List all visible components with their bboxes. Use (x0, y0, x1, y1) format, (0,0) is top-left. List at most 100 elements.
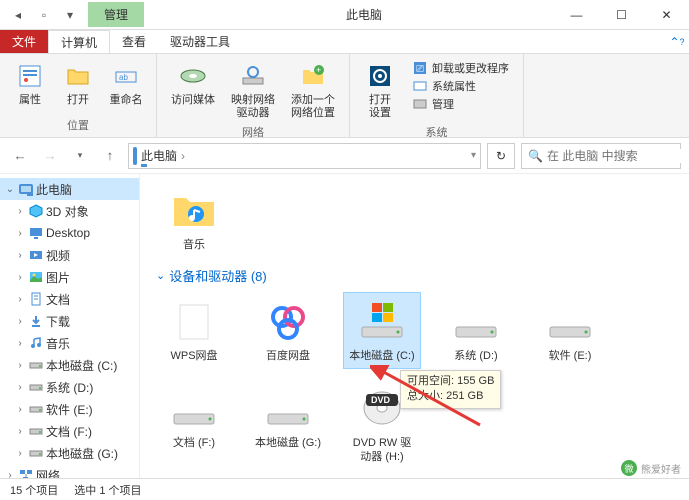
tree-this-pc[interactable]: ⌄ 此电脑 (0, 178, 139, 200)
drive-item[interactable]: 百度网盘 (250, 293, 326, 367)
rename-button[interactable]: ab 重命名 (104, 58, 148, 115)
tree-item[interactable]: ›图片 (0, 266, 139, 288)
address-dropdown-icon[interactable]: ▾ (471, 150, 476, 161)
tree-item[interactable]: ›文档 (F:) (0, 420, 139, 442)
chevron-right-icon[interactable]: › (14, 426, 26, 437)
chevron-down-icon[interactable]: ⌄ (4, 184, 16, 195)
nav-recent-button[interactable]: ▾ (68, 144, 92, 168)
contextual-tab-manage[interactable]: 管理 (88, 2, 144, 27)
nav-forward-button[interactable]: → (38, 144, 62, 168)
section-devices[interactable]: ⌄ 设备和驱动器 (8) (156, 266, 673, 285)
drive-item[interactable]: 文档 (F:) (156, 380, 232, 469)
chevron-right-icon[interactable]: › (14, 360, 26, 371)
media-icon (177, 60, 209, 92)
download-icon (28, 313, 44, 329)
picture-icon (28, 269, 44, 285)
tree-item[interactable]: ›音乐 (0, 332, 139, 354)
tab-file[interactable]: 文件 (0, 30, 48, 53)
properties-button[interactable]: 属性 (8, 58, 52, 115)
uninstall-button[interactable]: ⎚ 卸载或更改程序 (412, 60, 509, 76)
quick-access-toolbar: ◂ ▫ ▾ (0, 5, 88, 25)
open-button[interactable]: 打开 (56, 58, 100, 115)
breadcrumb-root[interactable]: 此电脑 (141, 147, 177, 164)
close-button[interactable]: ✕ (644, 0, 689, 30)
qat-doc-icon[interactable]: ▫ (34, 5, 54, 25)
drive-item[interactable]: 本地磁盘 (G:) (250, 380, 326, 469)
ribbon-tabs: 文件 计算机 查看 驱动器工具 ⌃? (0, 30, 689, 54)
chevron-right-icon[interactable]: › (181, 149, 185, 163)
searchbox[interactable]: 🔍 (521, 143, 681, 169)
tree-network[interactable]: › 网络 (0, 464, 139, 478)
chevron-right-icon[interactable]: › (14, 448, 26, 459)
drive-icon (354, 297, 410, 345)
tree-item[interactable]: ›软件 (E:) (0, 398, 139, 420)
add-location-icon: + (297, 60, 329, 92)
manage-icon (412, 96, 428, 112)
maximize-button[interactable]: ☐ (599, 0, 644, 30)
folder-music[interactable]: 音乐 (156, 182, 232, 256)
drive-icon (28, 445, 44, 461)
main-content: 音乐 ⌄ 设备和驱动器 (8) WPS网盘百度网盘本地磁盘 (C:)系统 (D:… (140, 174, 689, 478)
video-icon (28, 247, 44, 263)
chevron-right-icon[interactable]: › (14, 228, 26, 239)
tree-item[interactable]: ›本地磁盘 (G:) (0, 442, 139, 464)
chevron-right-icon[interactable]: › (14, 316, 26, 327)
window-title: 此电脑 (144, 6, 554, 23)
music-icon (28, 335, 44, 351)
tree-item[interactable]: ›Desktop (0, 222, 139, 244)
addressbar-row: ← → ▾ ↑ 此电脑 › ▾ ↻ 🔍 (0, 138, 689, 174)
qat-back-icon[interactable]: ◂ (8, 5, 28, 25)
nav-up-button[interactable]: ↑ (98, 144, 122, 168)
drive-item[interactable]: 系统 (D:) (438, 293, 514, 367)
chevron-right-icon[interactable]: › (14, 338, 26, 349)
drive-item[interactable]: 软件 (E:) (532, 293, 608, 367)
access-media-button[interactable]: 访问媒体 (165, 58, 221, 122)
tree-item[interactable]: ›下载 (0, 310, 139, 332)
map-drive-button[interactable]: 映射网络 驱动器 (225, 58, 281, 122)
qat-dropdown-icon[interactable]: ▾ (60, 5, 80, 25)
chevron-right-icon[interactable]: › (14, 404, 26, 415)
nav-back-button[interactable]: ← (8, 144, 32, 168)
manage-button[interactable]: 管理 (412, 96, 509, 112)
pc-icon (18, 181, 34, 197)
open-settings-button[interactable]: 打开 设置 (358, 58, 402, 122)
chevron-right-icon[interactable]: › (14, 382, 26, 393)
drive-item[interactable]: WPS网盘 (156, 293, 232, 367)
tree-item[interactable]: ›本地磁盘 (C:) (0, 354, 139, 376)
sysprops-icon (412, 78, 428, 94)
tree-item[interactable]: ›视频 (0, 244, 139, 266)
drive-item[interactable]: 本地磁盘 (C:) (344, 293, 420, 367)
drive-icon (28, 423, 44, 439)
open-icon (62, 60, 94, 92)
chevron-right-icon[interactable]: › (4, 470, 16, 479)
folder-icon (166, 186, 222, 234)
chevron-right-icon[interactable]: › (14, 294, 26, 305)
tree-item[interactable]: ›文档 (0, 288, 139, 310)
svg-text:⎚: ⎚ (416, 64, 424, 75)
refresh-button[interactable]: ↻ (487, 143, 515, 169)
ribbon: 属性 打开 ab 重命名 位置 访问媒体 映射网络 驱动器 + (0, 54, 689, 138)
titlebar: ◂ ▫ ▾ 管理 此电脑 — ☐ ✕ (0, 0, 689, 30)
drive-icon (260, 297, 316, 345)
tab-computer[interactable]: 计算机 (48, 30, 110, 53)
addressbar[interactable]: 此电脑 › ▾ (128, 143, 481, 169)
tree-item[interactable]: ›3D 对象 (0, 200, 139, 222)
ribbon-group-network: 访问媒体 映射网络 驱动器 + 添加一个 网络位置 网络 (157, 54, 350, 137)
tab-view[interactable]: 查看 (110, 30, 158, 53)
system-properties-button[interactable]: 系统属性 (412, 78, 509, 94)
search-input[interactable] (547, 149, 689, 163)
status-count: 15 个项目 (10, 482, 58, 498)
minimize-button[interactable]: — (554, 0, 599, 30)
tree-item[interactable]: ›系统 (D:) (0, 376, 139, 398)
add-network-location-button[interactable]: + 添加一个 网络位置 (285, 58, 341, 122)
chevron-right-icon[interactable]: › (14, 250, 26, 261)
ribbon-collapse-button[interactable]: ⌃? (665, 30, 689, 53)
pc-icon (133, 149, 137, 163)
tab-drive-tools[interactable]: 驱动器工具 (158, 30, 242, 53)
drive-icon (166, 297, 222, 345)
status-selected: 选中 1 个项目 (74, 482, 141, 498)
svg-text:DVD: DVD (371, 395, 391, 405)
chevron-right-icon[interactable]: › (14, 206, 26, 217)
chevron-right-icon[interactable]: › (14, 272, 26, 283)
drive-tooltip: 可用空间: 155 GB 总大小: 251 GB (400, 370, 501, 409)
